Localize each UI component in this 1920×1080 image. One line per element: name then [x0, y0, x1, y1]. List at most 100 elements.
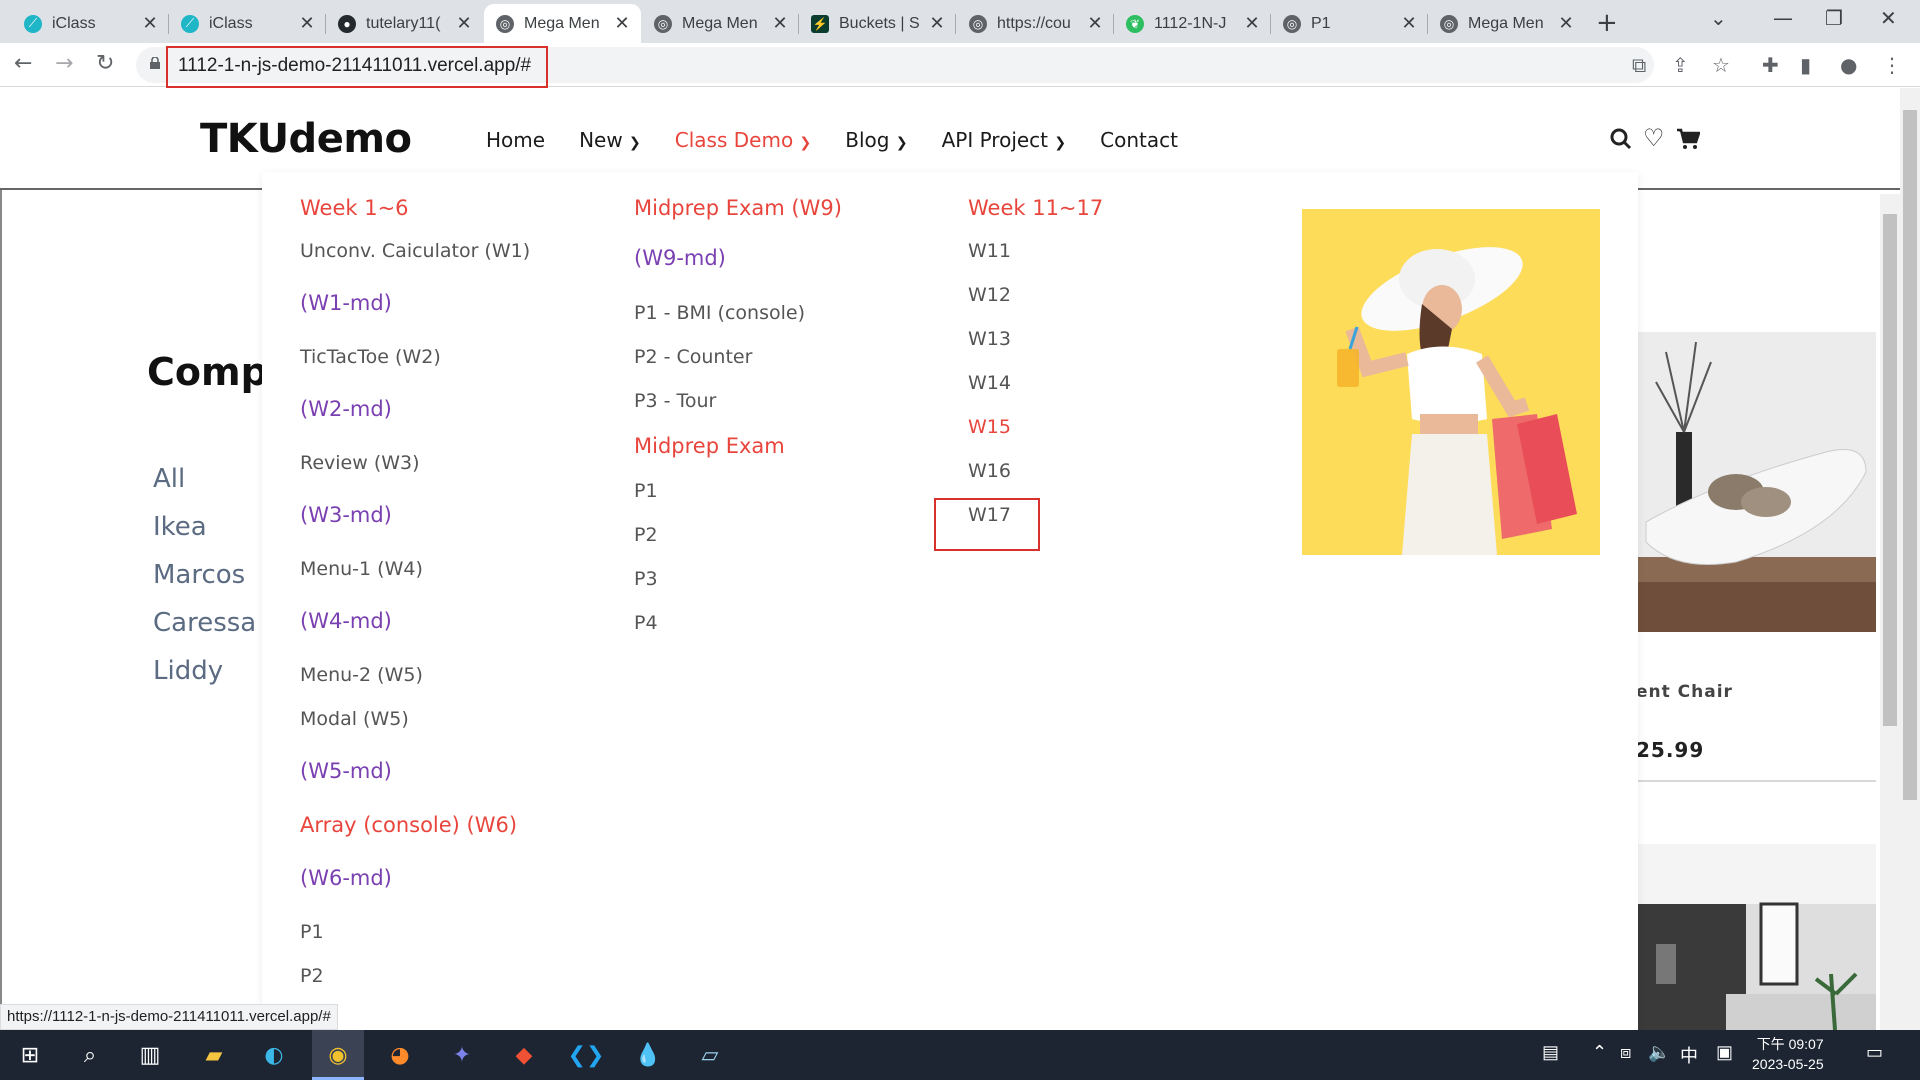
menu-md-link[interactable]: (W1-md) — [300, 291, 392, 315]
menu-md-link[interactable]: (W4-md) — [300, 609, 392, 633]
menu-link[interactable]: P2 — [634, 524, 658, 546]
menu-link[interactable]: P1 - BMI (console) — [634, 302, 805, 324]
promo-image[interactable] — [1302, 209, 1600, 555]
menu-link[interactable]: P1 — [300, 921, 324, 943]
nav-item-home[interactable]: Home — [486, 128, 545, 152]
edge-icon[interactable]: ◐ — [256, 1037, 292, 1073]
menu-link[interactable]: Unconv. Caiculator (W1) — [300, 240, 530, 262]
nav-item-new[interactable]: New ❯ — [579, 128, 641, 152]
chevron-up-icon[interactable]: ⌃ — [1592, 1042, 1607, 1063]
menu-heading[interactable]: Midprep Exam (W9) — [634, 196, 842, 220]
browser-tab[interactable]: ◎ Mega Men ✕ — [1428, 4, 1585, 43]
forward-arrow-icon[interactable]: → — [55, 51, 73, 76]
vscode-icon[interactable]: ❮❯ — [568, 1037, 605, 1073]
menu-heading[interactable]: Week 11~17 — [968, 196, 1103, 220]
menu-heading[interactable]: Midprep Exam — [634, 434, 785, 458]
tab-search-chevron-icon[interactable]: ⌄ — [1710, 6, 1727, 30]
close-tab-icon[interactable]: ✕ — [455, 13, 473, 34]
menu-link[interactable]: Menu-2 (W5) — [300, 664, 423, 686]
close-tab-icon[interactable]: ✕ — [1400, 13, 1418, 34]
menu-md-link[interactable]: (W9-md) — [634, 246, 726, 270]
close-tab-icon[interactable]: ✕ — [771, 13, 789, 34]
menu-link[interactable]: W12 — [968, 284, 1011, 306]
category-item[interactable]: All — [153, 464, 185, 494]
menu-link[interactable]: P2 - Counter — [634, 346, 752, 368]
file-explorer-icon[interactable]: ▰ — [196, 1037, 232, 1073]
nav-item-api-project[interactable]: API Project ❯ — [942, 128, 1067, 152]
browser-tab[interactable]: ● tutelary11( ✕ — [326, 4, 483, 43]
more-menu-icon[interactable]: ⋮ — [1882, 53, 1902, 77]
new-tab-icon[interactable]: + — [1596, 8, 1618, 38]
close-tab-icon[interactable]: ✕ — [1086, 13, 1104, 34]
site-logo[interactable]: TKUdemo — [200, 116, 412, 162]
extensions-puzzle-icon[interactable]: ✚ — [1762, 53, 1779, 77]
menu-link[interactable]: P3 - Tour — [634, 390, 716, 412]
notifications-icon[interactable]: ▭ — [1866, 1042, 1883, 1063]
close-tab-icon[interactable]: ✕ — [613, 13, 631, 34]
menu-link[interactable]: Review (W3) — [300, 452, 420, 474]
droplet-app-icon[interactable]: 💧 — [630, 1037, 666, 1073]
task-view-icon[interactable]: ▥ — [132, 1037, 168, 1073]
menu-link[interactable]: W11 — [968, 240, 1011, 262]
close-window-icon[interactable]: ✕ — [1880, 6, 1897, 30]
close-tab-icon[interactable]: ✕ — [1243, 13, 1261, 34]
menu-link[interactable]: Modal (W5) — [300, 708, 409, 730]
menu-link[interactable]: W14 — [968, 372, 1011, 394]
menu-md-link[interactable]: (W2-md) — [300, 397, 392, 421]
firefox-icon[interactable]: ◕ — [382, 1037, 418, 1073]
menu-link-w15[interactable]: W15 — [968, 416, 1011, 438]
category-item[interactable]: Caressa — [153, 608, 256, 638]
network-icon[interactable]: ⧈ — [1620, 1042, 1631, 1063]
inner-scrollbar-thumb[interactable] — [1883, 214, 1897, 726]
browser-tab[interactable]: ◎ P1 ✕ — [1271, 4, 1428, 43]
menu-link[interactable]: P4 — [634, 612, 658, 634]
notepad-app-icon[interactable]: ▱ — [692, 1037, 728, 1073]
menu-link[interactable]: P2 — [300, 965, 324, 987]
menu-heading[interactable]: Array (console) (W6) — [300, 813, 517, 837]
menu-link[interactable]: P1 — [634, 480, 658, 502]
back-arrow-icon[interactable]: ← — [14, 51, 32, 76]
category-item[interactable]: Marcos — [153, 560, 245, 590]
menu-md-link[interactable]: (W5-md) — [300, 759, 392, 783]
translate-icon[interactable]: ⧉ — [1632, 53, 1646, 77]
search-icon[interactable]: ⌕ — [72, 1037, 108, 1073]
browser-tab[interactable]: ⟋ iClass ✕ — [169, 4, 326, 43]
menu-link[interactable]: P3 — [634, 568, 658, 590]
volume-muted-icon[interactable]: 🔈 — [1648, 1042, 1670, 1063]
side-panel-icon[interactable]: ▮ — [1800, 53, 1811, 77]
search-icon[interactable] — [1610, 128, 1632, 150]
product-name[interactable]: ent Chair — [1636, 682, 1733, 702]
nav-item-class-demo[interactable]: Class Demo ❯ — [675, 128, 812, 152]
nav-item-blog[interactable]: Blog ❯ — [845, 128, 907, 152]
product-image[interactable] — [1636, 332, 1876, 632]
product-image[interactable] — [1636, 844, 1876, 1030]
bookmark-star-icon[interactable]: ☆ — [1712, 53, 1730, 77]
menu-heading[interactable]: Week 1~6 — [300, 196, 409, 220]
category-item[interactable]: Ikea — [153, 512, 207, 542]
profile-avatar-icon[interactable]: ● — [1840, 53, 1857, 77]
windows-start-icon[interactable]: ⊞ — [12, 1037, 48, 1073]
menu-md-link[interactable]: (W3-md) — [300, 503, 392, 527]
restore-icon[interactable]: ❐ — [1825, 6, 1843, 30]
browser-tab[interactable]: ◎ Mega Men ✕ — [642, 4, 799, 43]
category-item[interactable]: Liddy — [153, 656, 223, 686]
keyboard-icon[interactable]: ▤ — [1542, 1042, 1559, 1063]
browser-tab[interactable]: ❦ 1112-1N-J ✕ — [1114, 4, 1271, 43]
menu-md-link[interactable]: (W6-md) — [300, 866, 392, 890]
browser-tab[interactable]: ⟋ iClass ✕ — [12, 4, 169, 43]
browser-tab[interactable]: ◎ https://cou ✕ — [957, 4, 1114, 43]
ime-indicator[interactable]: 中 — [1680, 1042, 1698, 1068]
minimize-icon[interactable]: — — [1773, 6, 1793, 30]
close-tab-icon[interactable]: ✕ — [928, 13, 946, 34]
menu-link[interactable]: TicTacToe (W2) — [300, 346, 441, 368]
page-scrollbar-thumb[interactable] — [1903, 110, 1917, 800]
cart-icon[interactable] — [1676, 128, 1700, 150]
menu-link[interactable]: W13 — [968, 328, 1011, 350]
url-text[interactable]: 1112-1-n-js-demo-211411011.vercel.app/# — [178, 55, 531, 77]
browser-tab[interactable]: ⚡ Buckets | S ✕ — [799, 4, 956, 43]
teams-icon[interactable]: ✦ — [444, 1037, 480, 1073]
close-tab-icon[interactable]: ✕ — [298, 13, 316, 34]
git-icon[interactable]: ◆ — [506, 1037, 542, 1073]
close-tab-icon[interactable]: ✕ — [1557, 13, 1575, 34]
nav-item-contact[interactable]: Contact — [1100, 128, 1178, 152]
